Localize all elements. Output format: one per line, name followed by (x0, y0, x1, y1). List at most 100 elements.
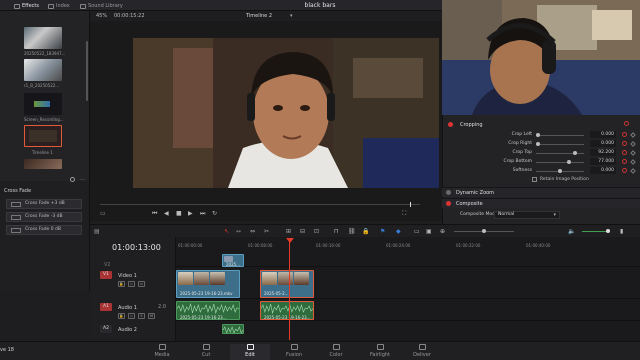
v1-clip-b[interactable]: 2025-05-2... (260, 270, 314, 298)
keyframe-icon[interactable] (630, 150, 636, 156)
page-color[interactable]: Color (316, 344, 356, 360)
track-lock-icon[interactable]: 🔒 (118, 313, 125, 319)
clip-view-icon[interactable]: ▭ (100, 210, 106, 217)
keyframe-icon[interactable] (630, 132, 636, 138)
track-lock-icon[interactable]: 🔒 (118, 281, 125, 287)
page-fusion[interactable]: Fusion (274, 344, 314, 360)
search-icon[interactable] (70, 177, 75, 182)
playhead-handle[interactable] (286, 238, 294, 243)
flag-icon[interactable]: ⚑ (380, 228, 385, 235)
layout-icon[interactable]: ▤ (94, 228, 100, 235)
media-thumb-3[interactable] (24, 93, 62, 115)
v1-clip-a[interactable]: 2025-05-23 19-16-23.mkv (176, 270, 240, 298)
track-auto-select-icon[interactable]: ▫ (128, 281, 135, 287)
timeline-tracks[interactable]: 2025... 2025-05-23 19-16-23.mkv 2025-05-… (176, 237, 640, 342)
chevron-down-icon[interactable]: ▾ (290, 13, 293, 19)
media-thumb-1[interactable] (24, 27, 62, 49)
more-icon[interactable]: ⋯ (80, 177, 85, 183)
volume-icon[interactable]: 🔈 (568, 228, 575, 235)
video-frame[interactable] (133, 38, 439, 188)
media-thumb-2[interactable] (24, 59, 62, 81)
crop-param-knob[interactable] (566, 160, 571, 164)
dynamic-zoom-toggle-icon[interactable] (446, 190, 451, 195)
crop-param-knob[interactable] (558, 169, 562, 173)
media-thumb-5[interactable] (24, 159, 62, 169)
reset-icon[interactable] (622, 168, 627, 173)
snapping-icon[interactable]: ⊓ (334, 228, 339, 235)
fx-item-1[interactable]: Cross Fade +3 dB (6, 199, 82, 209)
jump-start-icon[interactable]: ⏮ (152, 210, 157, 218)
track-auto-select-icon[interactable]: ▫ (128, 313, 135, 319)
stop-icon[interactable]: ■ (176, 210, 182, 217)
dynamic-zoom-header[interactable]: Dynamic Zoom (442, 187, 640, 197)
crop-param-knob[interactable] (573, 151, 578, 155)
track-a1-id[interactable]: A1 (100, 303, 112, 311)
media-pool-scrollbar[interactable] (86, 41, 88, 101)
blade-tool-icon[interactable]: ✂ (264, 228, 269, 235)
cropping-toggle-icon[interactable] (448, 122, 453, 127)
zoom-custom-icon[interactable]: ⊕ (440, 228, 445, 235)
insert-icon[interactable]: ⊞ (286, 228, 291, 235)
lock-icon[interactable]: 🔒 (362, 228, 369, 235)
selection-tool-icon[interactable]: ↖ (224, 228, 229, 235)
track-visible-icon[interactable]: ▭ (138, 281, 145, 287)
v2-clip[interactable]: 2025... (222, 254, 244, 267)
crop-param-slider[interactable] (536, 151, 584, 155)
crop-param-value[interactable]: 0.000 (590, 140, 616, 147)
composite-mode-select[interactable]: Normal ▾ (494, 211, 560, 219)
timeline-name[interactable]: Timeline 2 (246, 14, 272, 19)
link-icon[interactable]: ⛓ (348, 228, 356, 235)
reset-icon[interactable] (622, 150, 627, 155)
scrub-handle[interactable] (410, 202, 411, 207)
crop-param-value[interactable]: 0.000 (590, 131, 616, 138)
jump-end-icon[interactable]: ⏭ (200, 210, 205, 218)
keyframe-icon[interactable] (630, 168, 636, 174)
a2-clip[interactable] (222, 324, 244, 334)
keyframe-icon[interactable] (630, 159, 636, 165)
scrub-bar[interactable] (100, 204, 420, 205)
crop-param-knob[interactable] (536, 133, 540, 137)
playhead[interactable] (289, 240, 290, 340)
a1-clip-a[interactable]: 2025-05-23 19-16-23... (176, 301, 240, 320)
meter-icon[interactable]: ▮ (620, 228, 623, 235)
composite-header[interactable]: Composite (442, 198, 640, 208)
track-a2-id[interactable]: A2 (100, 325, 112, 333)
zoom-slider[interactable] (454, 229, 514, 233)
timeline-ruler[interactable]: 01:00:00:00 01:00:08:00 01:00:16:00 01:0… (176, 243, 640, 251)
track-v1-id[interactable]: V1 (100, 271, 112, 279)
reset-icon[interactable] (622, 141, 627, 146)
play-icon[interactable]: ▶ (188, 210, 193, 217)
crop-param-knob[interactable] (536, 142, 540, 146)
reset-icon[interactable] (624, 121, 629, 126)
crop-param-slider[interactable] (536, 169, 584, 173)
zoom-level[interactable]: 45% (96, 14, 107, 19)
composite-toggle-icon[interactable] (446, 201, 451, 206)
cropping-header[interactable]: Cropping (448, 120, 636, 130)
crop-param-value[interactable]: 0.000 (590, 167, 616, 174)
dynamic-trim-icon[interactable]: ⇔ (250, 228, 255, 235)
crop-param-slider[interactable] (536, 142, 584, 146)
trim-tool-icon[interactable]: ⇿ (236, 228, 241, 235)
zoom-full-icon[interactable]: ▭ (414, 228, 420, 235)
crop-param-value[interactable]: 77.000 (590, 158, 616, 165)
page-cut[interactable]: Cut (186, 344, 226, 360)
solo-icon[interactable]: S (138, 313, 145, 319)
mute-icon[interactable]: M (148, 313, 155, 319)
crop-param-slider[interactable] (536, 133, 584, 137)
loop-icon[interactable]: ↻ (212, 210, 217, 217)
page-edit[interactable]: Edit (230, 344, 270, 360)
overwrite-icon[interactable]: ⊟ (300, 228, 305, 235)
marker-icon[interactable]: ◆ (396, 228, 401, 235)
page-media[interactable]: Media (142, 344, 182, 360)
volume-slider[interactable] (582, 229, 610, 233)
crop-param-slider[interactable] (536, 160, 584, 164)
reset-icon[interactable] (622, 132, 627, 137)
play-reverse-icon[interactable]: ◀ (164, 210, 169, 217)
replace-icon[interactable]: ⊡ (314, 228, 319, 235)
media-thumb-timeline-1[interactable] (24, 125, 62, 147)
page-deliver[interactable]: Deliver (402, 344, 442, 360)
zoom-slider-knob[interactable] (482, 229, 486, 233)
zoom-detail-icon[interactable]: ▣ (426, 228, 432, 235)
fullscreen-icon[interactable]: ⛶ (402, 210, 406, 218)
keyframe-icon[interactable] (630, 141, 636, 147)
